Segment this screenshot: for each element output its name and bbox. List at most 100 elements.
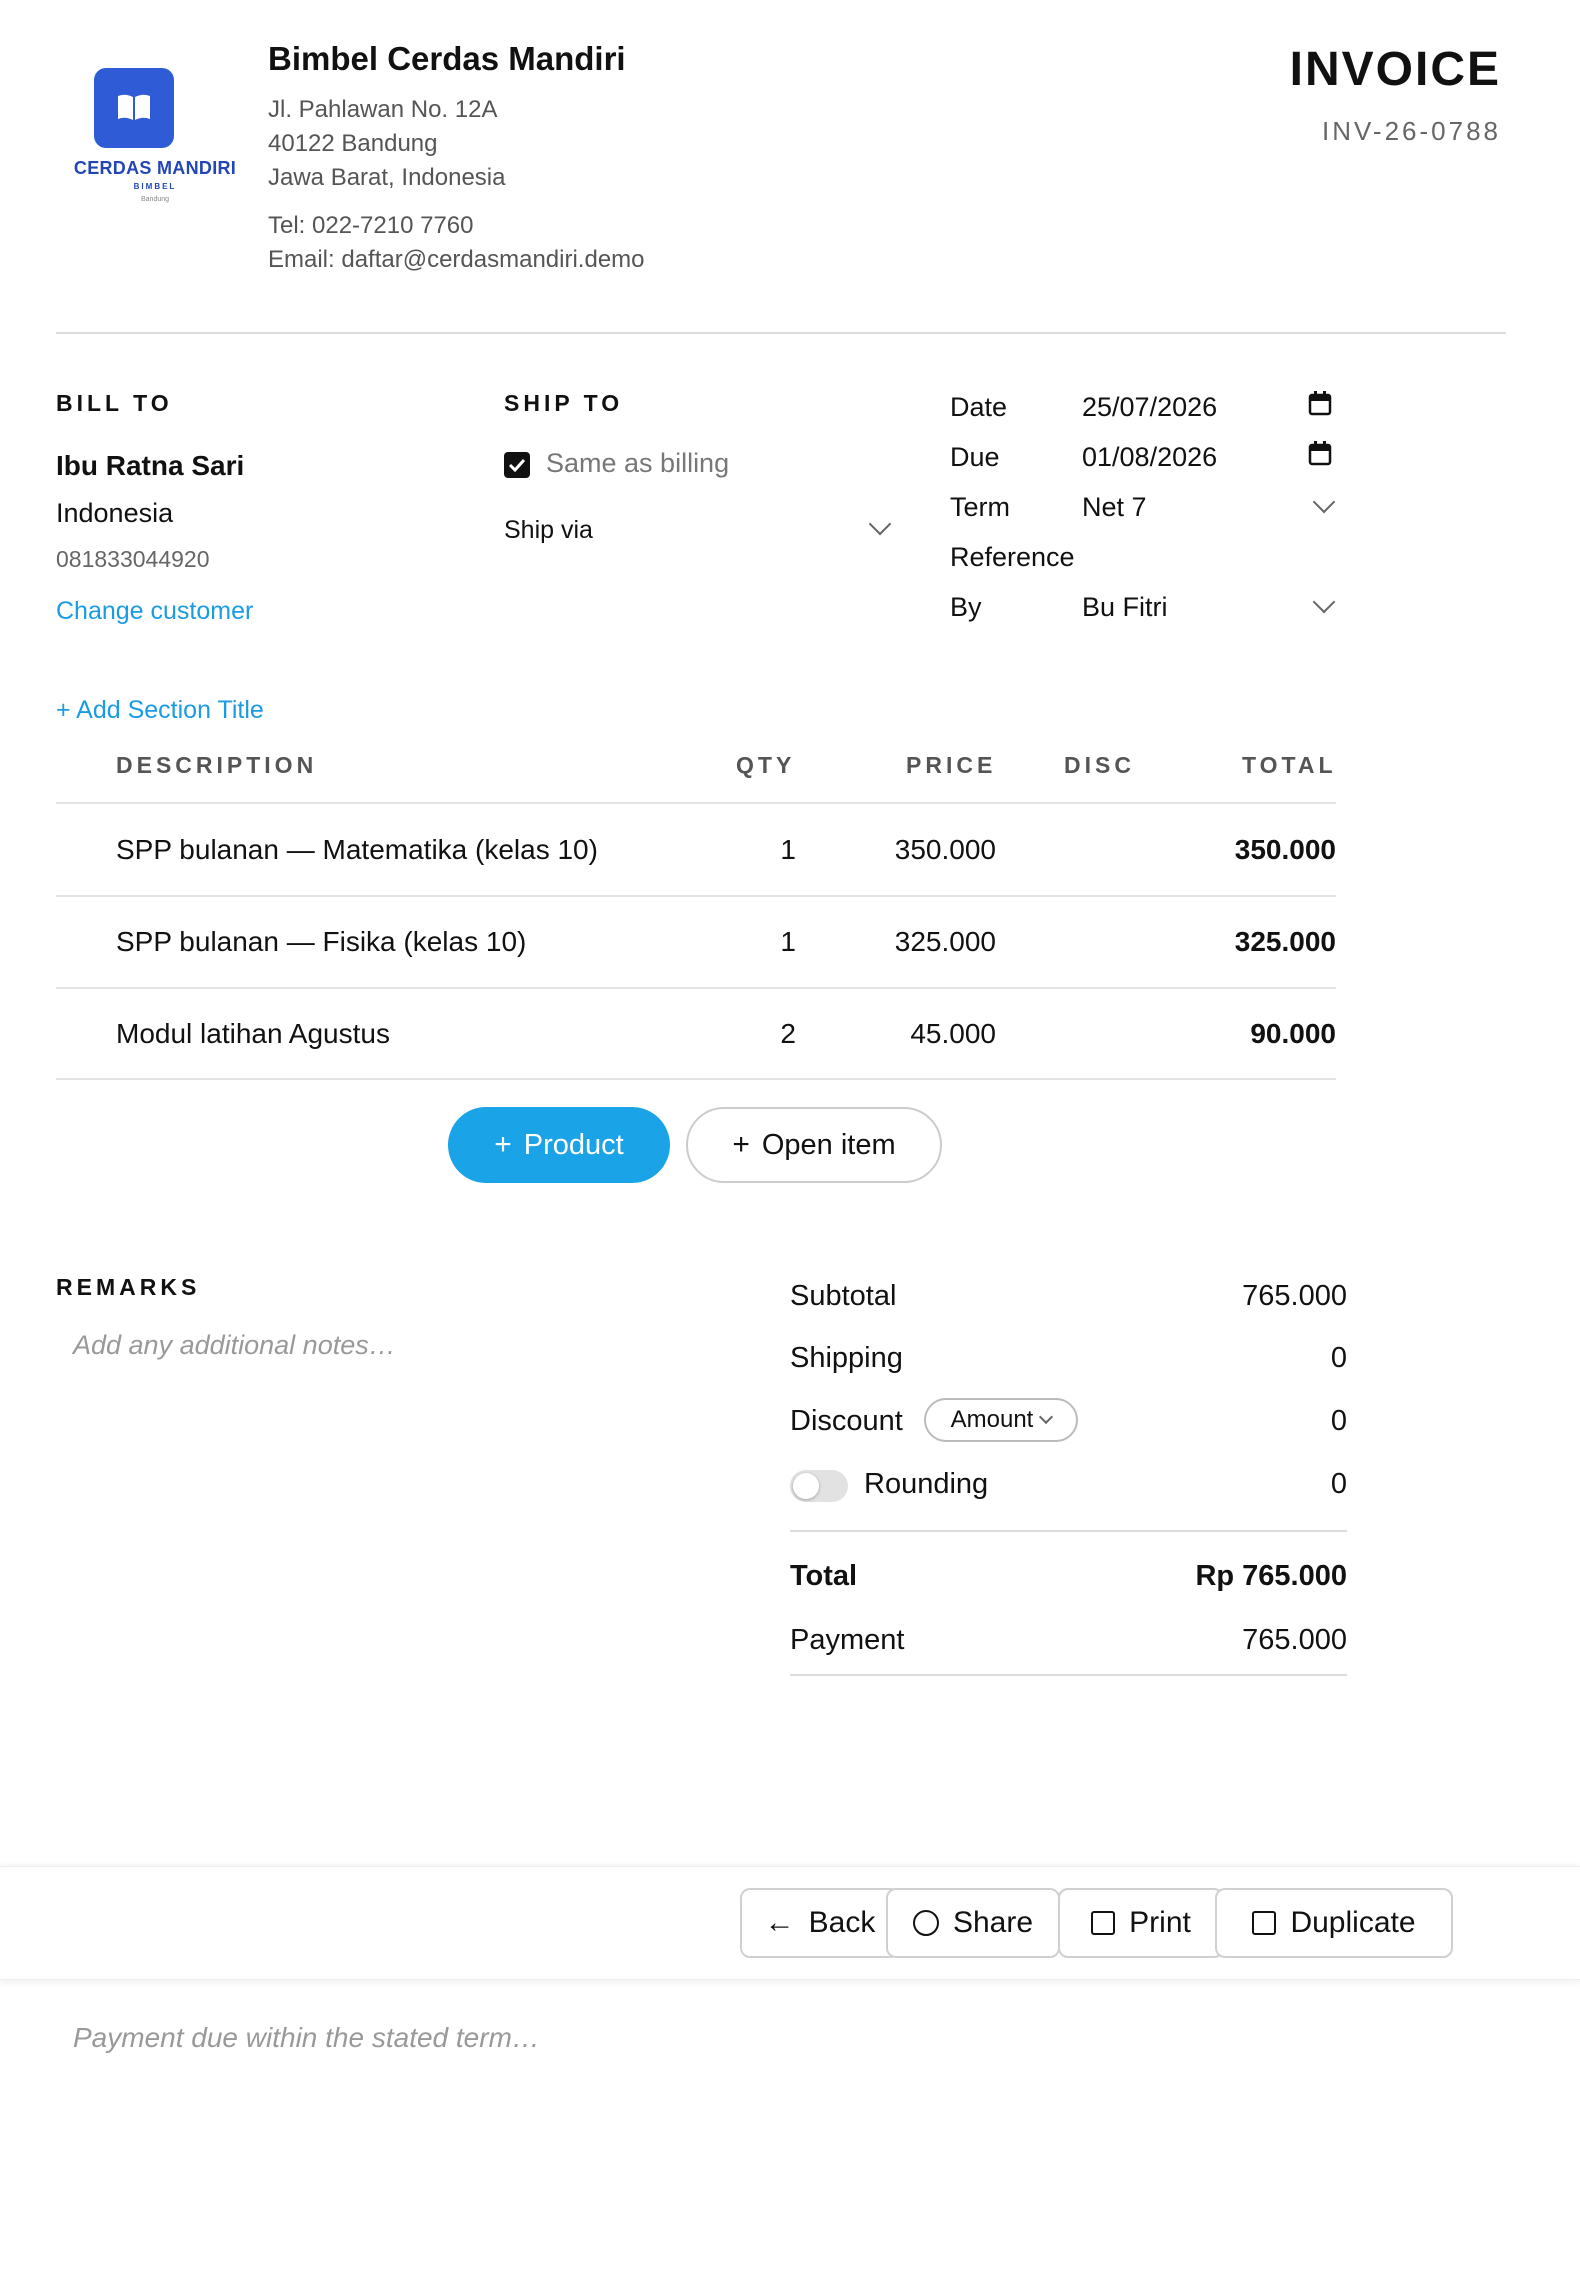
item-price[interactable]: 350.000 (895, 834, 996, 866)
reference-label: Reference (950, 542, 1075, 572)
rounding-label: Rounding (864, 1468, 989, 1500)
company-address-line2: 40122 Bandung (268, 130, 438, 157)
calendar-icon[interactable] (1308, 440, 1332, 471)
item-qty[interactable]: 1 (780, 834, 796, 866)
add-product-label: Product (523, 1128, 624, 1161)
item-description[interactable]: SPP bulanan — Fisika (kelas 10) (116, 926, 526, 958)
item-price[interactable]: 45.000 (910, 1018, 996, 1050)
invoice-page: CERDAS MANDIRI BIMBEL Bandung Bimbel Cer… (0, 0, 1580, 2270)
col-header-description: DESCRIPTION (116, 752, 318, 778)
share-label: Share (952, 1906, 1034, 1939)
add-open-item-label: Open item (761, 1128, 896, 1161)
col-header-price: PRICE (906, 752, 997, 778)
shipping-label: Shipping (790, 1342, 903, 1374)
summary-divider (790, 1674, 1347, 1676)
chevron-down-icon[interactable] (868, 512, 892, 536)
chevron-down-icon (1039, 1409, 1054, 1425)
company-name: Bimbel Cerdas Mandiri (268, 40, 626, 77)
duplicate-label: Duplicate (1290, 1906, 1416, 1939)
chevron-down-icon[interactable] (1312, 490, 1336, 514)
due-label: Due (950, 442, 1000, 472)
bill-to-label: BILL TO (56, 390, 173, 416)
item-total: 90.000 (1250, 1018, 1336, 1049)
col-header-total: TOTAL (1242, 752, 1337, 778)
total-label: Total (790, 1560, 858, 1592)
term-select[interactable]: Net 7 (1082, 492, 1147, 523)
share-button[interactable]: Share (886, 1888, 1060, 1958)
chevron-down-icon[interactable] (1312, 590, 1336, 614)
same-as-billing-checkbox[interactable] (504, 452, 530, 478)
item-qty[interactable]: 1 (780, 926, 796, 958)
plus-icon: + (732, 1128, 750, 1161)
col-header-qty: QTY (736, 752, 796, 778)
circle-icon (912, 1910, 939, 1936)
by-label: By (950, 592, 982, 622)
by-select[interactable]: Bu Fitri (1082, 592, 1168, 623)
add-section-title-link[interactable]: + Add Section Title (56, 696, 264, 725)
company-address-line3: Jawa Barat, Indonesia (268, 164, 506, 191)
customer-country: Indonesia (56, 498, 174, 528)
company-email: Email: daftar@cerdasmandiri.demo (268, 246, 645, 273)
item-description[interactable]: Modul latihan Agustus (116, 1018, 390, 1050)
table-divider (56, 987, 1336, 989)
payment-value[interactable]: 765.000 (1242, 1624, 1347, 1657)
table-divider (56, 802, 1336, 804)
plus-icon: + (494, 1128, 512, 1161)
logo-subtitle: BIMBEL (133, 182, 177, 191)
footer-notes-input[interactable]: Payment due within the stated term… (73, 2022, 540, 2054)
item-total: 325.000 (1234, 926, 1336, 957)
logo-city: Bandung (140, 196, 170, 203)
toggle-knob (793, 1473, 819, 1499)
invoice-number: INV-26-0788 (1322, 116, 1501, 146)
calendar-icon[interactable] (1308, 390, 1332, 421)
back-button[interactable]: ← Back (740, 1888, 900, 1958)
subtotal-value: 765.000 (1242, 1280, 1347, 1312)
summary-divider (790, 1530, 1347, 1532)
col-header-disc: DISC (1064, 752, 1135, 778)
discount-label: Discount (790, 1405, 903, 1437)
customer-phone: 081833044920 (56, 546, 210, 572)
company-tel: Tel: 022-7210 7760 (268, 212, 474, 239)
date-label: Date (950, 392, 1008, 422)
rounding-toggle[interactable] (790, 1470, 848, 1502)
back-label: Back (808, 1906, 876, 1939)
discount-mode-value: Amount (950, 1406, 1034, 1433)
payment-label: Payment (790, 1624, 905, 1656)
shipping-value[interactable]: 0 (1331, 1342, 1347, 1375)
square-icon (1252, 1911, 1277, 1935)
logo-name: CERDAS MANDIRI (73, 158, 237, 178)
duplicate-button[interactable]: Duplicate (1215, 1888, 1453, 1958)
company-logo (94, 68, 174, 148)
book-icon (118, 94, 150, 120)
item-description[interactable]: SPP bulanan — Matematika (kelas 10) (116, 834, 598, 866)
invoice-title: INVOICE (1289, 43, 1501, 96)
check-icon (508, 458, 526, 472)
table-divider (56, 1078, 1336, 1080)
same-as-billing-label: Same as billing (546, 448, 730, 478)
square-icon (1091, 1911, 1116, 1935)
discount-mode-select[interactable]: Amount (924, 1398, 1078, 1442)
header-divider (56, 332, 1506, 334)
ship-to-label: SHIP TO (504, 390, 624, 416)
remarks-label: REMARKS (56, 1274, 201, 1300)
company-address-line1: Jl. Pahlawan No. 12A (268, 96, 498, 123)
item-qty[interactable]: 2 (780, 1018, 796, 1050)
add-open-item-button[interactable]: + Open item (686, 1107, 942, 1183)
due-date-field[interactable]: 01/08/2026 (1082, 442, 1217, 473)
total-value: Rp 765.000 (1195, 1560, 1347, 1592)
table-divider (56, 895, 1336, 897)
arrow-left-icon: ← (764, 1906, 795, 1939)
term-label: Term (950, 492, 1010, 522)
change-customer-link[interactable]: Change customer (56, 597, 253, 626)
item-total: 350.000 (1234, 834, 1336, 865)
item-price[interactable]: 325.000 (895, 926, 996, 958)
date-field[interactable]: 25/07/2026 (1082, 392, 1217, 423)
add-product-button[interactable]: + Product (448, 1107, 670, 1183)
discount-value[interactable]: 0 (1331, 1405, 1347, 1438)
print-button[interactable]: Print (1058, 1888, 1224, 1958)
rounding-value: 0 (1330, 1468, 1347, 1500)
customer-name: Ibu Ratna Sari (56, 450, 245, 481)
print-label: Print (1129, 1906, 1191, 1939)
ship-via-select[interactable]: Ship via (504, 516, 593, 545)
remarks-input[interactable]: Add any additional notes… (73, 1330, 396, 1361)
